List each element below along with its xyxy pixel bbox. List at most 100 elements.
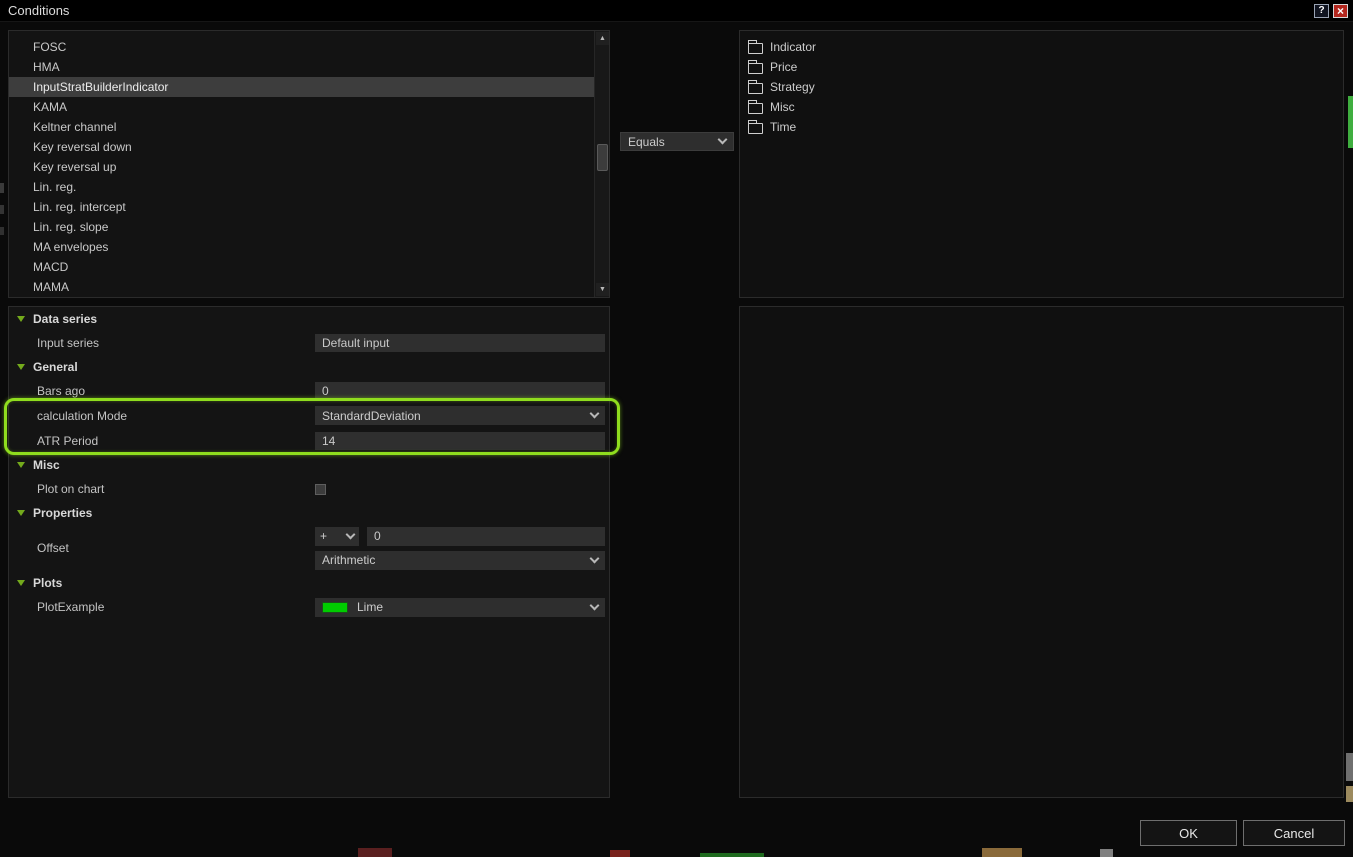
list-item[interactable]: Lin. reg. intercept <box>9 197 594 217</box>
collapse-arrow-icon <box>17 580 25 586</box>
tree-item-label: Strategy <box>770 80 815 94</box>
titlebar-buttons: ? × <box>1314 3 1348 18</box>
folder-icon <box>748 79 763 94</box>
list-item[interactable]: Key reversal down <box>9 137 594 157</box>
list-scrollbar[interactable]: ▲ ▼ <box>594 31 609 297</box>
scroll-up-icon[interactable]: ▲ <box>596 32 609 45</box>
chevron-down-icon <box>589 408 600 419</box>
chevron-down-icon <box>589 600 600 610</box>
section-header-misc[interactable]: Misc <box>9 453 609 477</box>
offset-value-field[interactable] <box>367 526 605 546</box>
screen-edge-artifact <box>358 848 392 857</box>
ok-button[interactable]: OK <box>1140 820 1237 846</box>
indicator-list: FOSC HMA InputStratBuilderIndicator KAMA… <box>9 31 594 297</box>
indicator-list-panel: FOSC HMA InputStratBuilderIndicator KAMA… <box>8 30 610 298</box>
tree-item-indicator[interactable]: Indicator <box>748 37 1343 57</box>
help-button[interactable]: ? <box>1314 3 1329 18</box>
list-item[interactable]: MA envelopes <box>9 237 594 257</box>
screen-edge-artifact <box>982 848 1022 857</box>
operator-dropdown[interactable]: Equals <box>620 132 734 151</box>
atr-period-label: ATR Period <box>37 433 99 448</box>
atr-period-field[interactable] <box>315 431 605 450</box>
input-series-field[interactable] <box>315 334 605 352</box>
plot-example-label: PlotExample <box>37 600 105 614</box>
screen-edge-artifact <box>1346 786 1353 802</box>
section-title: General <box>33 360 78 374</box>
list-item[interactable]: Lin. reg. slope <box>9 217 594 237</box>
screen-edge-artifact <box>0 183 4 193</box>
property-row-bars-ago: Bars ago <box>9 379 609 403</box>
category-tree-panel: Indicator Price Strategy Misc Time <box>739 30 1344 298</box>
property-row-plot-on-chart: Plot on chart <box>9 477 609 501</box>
tree-item-label: Time <box>770 120 797 134</box>
folder-icon <box>748 119 763 134</box>
window-title: Conditions <box>8 3 70 18</box>
chevron-down-icon <box>717 134 728 145</box>
conditions-dialog: Conditions ? × FOSC HMA InputStratBuilde… <box>0 0 1353 857</box>
list-item[interactable]: MACD <box>9 257 594 277</box>
list-item[interactable]: KAMA <box>9 97 594 117</box>
section-title: Misc <box>33 458 60 472</box>
property-row-atr-period: ATR Period <box>9 428 609 453</box>
offset-mode-dropdown[interactable]: Arithmetic <box>315 550 605 570</box>
section-header-properties[interactable]: Properties <box>9 501 609 525</box>
property-row-offset: Offset + Arithmetic <box>9 525 609 571</box>
section-title: Data series <box>33 312 98 326</box>
property-row-plot-example: PlotExample Lime <box>9 595 609 619</box>
folder-icon <box>748 39 763 54</box>
property-row-calculation-mode: calculation Mode StandardDeviation <box>9 403 609 428</box>
calculation-mode-dropdown[interactable]: StandardDeviation <box>315 406 605 425</box>
section-title: Properties <box>33 506 93 520</box>
offset-sign-value: + <box>320 529 328 543</box>
section-header-plots[interactable]: Plots <box>9 571 609 595</box>
tree-item-price[interactable]: Price <box>748 57 1343 77</box>
plot-on-chart-checkbox[interactable] <box>315 483 326 495</box>
bars-ago-label: Bars ago <box>37 384 86 398</box>
screen-edge-artifact <box>0 205 4 214</box>
screen-edge-artifact <box>1100 849 1113 857</box>
scrollbar-thumb[interactable] <box>597 144 608 171</box>
title-bar: Conditions ? × <box>0 0 1353 22</box>
bars-ago-field[interactable] <box>315 382 605 400</box>
calculation-mode-label: calculation Mode <box>37 408 128 423</box>
screen-edge-artifact <box>1348 96 1353 148</box>
offset-row: + <box>315 526 605 546</box>
screen-edge-artifact <box>610 850 630 857</box>
list-item[interactable]: Lin. reg. <box>9 177 594 197</box>
list-item[interactable]: FOSC <box>9 37 594 57</box>
list-item[interactable]: Keltner channel <box>9 117 594 137</box>
calculation-mode-value: StandardDeviation <box>322 408 421 423</box>
folder-icon <box>748 99 763 114</box>
scroll-down-icon[interactable]: ▼ <box>596 283 609 296</box>
plot-example-color-value: Lime <box>357 600 384 614</box>
collapse-arrow-icon <box>17 316 25 322</box>
property-grid-panel: Data series Input series General Bars ag… <box>8 306 610 798</box>
offset-label: Offset <box>37 541 69 555</box>
tree-item-label: Misc <box>770 100 795 114</box>
list-item[interactable]: HMA <box>9 57 594 77</box>
cancel-button[interactable]: Cancel <box>1243 820 1345 846</box>
close-button[interactable]: × <box>1333 3 1348 18</box>
input-series-label: Input series <box>37 336 100 350</box>
offset-mode-value: Arithmetic <box>322 553 376 567</box>
section-header-general[interactable]: General <box>9 355 609 379</box>
tree-item-misc[interactable]: Misc <box>748 97 1343 117</box>
tree-item-strategy[interactable]: Strategy <box>748 77 1343 97</box>
list-item[interactable]: Key reversal up <box>9 157 594 177</box>
section-title: Plots <box>33 576 63 590</box>
plot-example-color-dropdown[interactable]: Lime <box>315 597 605 617</box>
chevron-down-icon <box>345 529 356 539</box>
section-header-data-series[interactable]: Data series <box>9 307 609 331</box>
tree-item-label: Indicator <box>770 40 817 54</box>
list-item[interactable]: MAMA <box>9 277 594 297</box>
tree-item-time[interactable]: Time <box>748 117 1343 137</box>
offset-sign-dropdown[interactable]: + <box>315 526 359 546</box>
folder-icon <box>748 59 763 74</box>
collapse-arrow-icon <box>17 364 25 370</box>
screen-edge-artifact <box>1346 753 1353 781</box>
property-row-input-series: Input series <box>9 331 609 355</box>
tree-item-label: Price <box>770 60 798 74</box>
chevron-down-icon <box>589 553 600 563</box>
list-item-selected[interactable]: InputStratBuilderIndicator <box>9 77 594 97</box>
collapse-arrow-icon <box>17 462 25 468</box>
